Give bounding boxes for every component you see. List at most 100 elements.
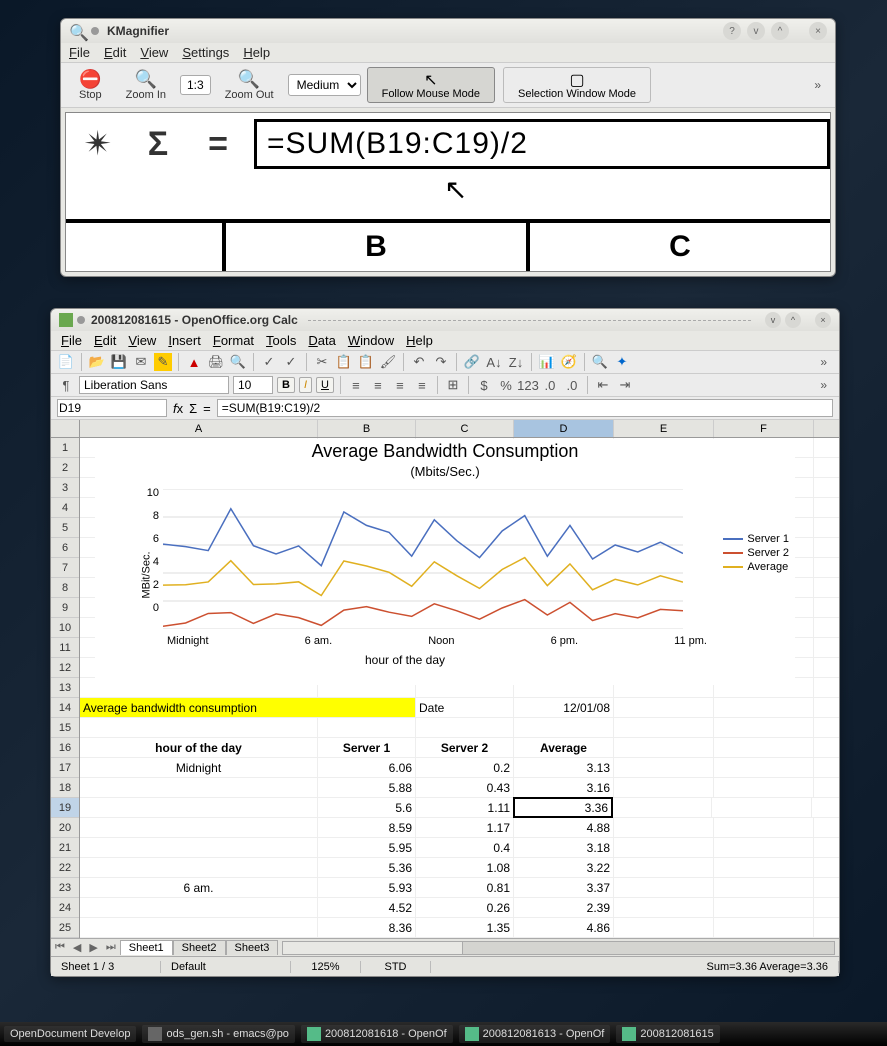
row-header[interactable]: 16 <box>51 738 79 758</box>
indent-inc-icon[interactable]: ⇥ <box>616 376 634 394</box>
cell[interactable] <box>714 858 814 877</box>
row-header[interactable]: 5 <box>51 518 79 538</box>
cell-reference-input[interactable] <box>57 399 167 417</box>
cell[interactable]: 0.81 <box>416 878 514 897</box>
cell[interactable] <box>416 718 514 737</box>
cell[interactable] <box>614 918 714 937</box>
cell[interactable]: 4.52 <box>318 898 416 917</box>
cell[interactable]: 3.18 <box>514 838 614 857</box>
row-header[interactable]: 22 <box>51 858 79 878</box>
menu-view[interactable]: View <box>140 45 168 60</box>
status-mode[interactable]: STD <box>361 961 431 973</box>
column-header[interactable]: B <box>318 420 416 437</box>
taskbar-item[interactable]: 200812081615 <box>616 1025 719 1043</box>
paintbrush-icon[interactable]: 🖌 <box>379 353 397 371</box>
copy-icon[interactable]: 📋 <box>335 353 353 371</box>
tab-nav-last[interactable]: ⏭ <box>102 941 120 954</box>
sheet-tab-3[interactable]: Sheet3 <box>226 940 279 955</box>
menu-format[interactable]: Format <box>213 333 254 348</box>
edit-icon[interactable]: ✎ <box>154 353 172 371</box>
styles-icon[interactable]: ¶ <box>57 376 75 394</box>
cell[interactable] <box>712 798 812 817</box>
cell[interactable] <box>612 798 712 817</box>
select-all-corner[interactable] <box>51 420 79 438</box>
cell[interactable] <box>714 838 814 857</box>
cell[interactable] <box>80 838 318 857</box>
close-button[interactable]: × <box>809 22 827 40</box>
grid-body[interactable]: Average Bandwidth Consumption (Mbits/Sec… <box>80 438 839 938</box>
cell[interactable]: 0.2 <box>416 758 514 777</box>
cell[interactable]: 1.11 <box>416 798 514 817</box>
help-icon[interactable]: ✦ <box>613 353 631 371</box>
align-justify-icon[interactable]: ≡ <box>413 376 431 394</box>
menu-tools[interactable]: Tools <box>266 333 296 348</box>
cell[interactable] <box>614 758 714 777</box>
cell[interactable]: 12/01/08 <box>514 698 614 717</box>
cell[interactable]: Server 1 <box>318 738 416 757</box>
email-icon[interactable]: ✉ <box>132 353 150 371</box>
row-header[interactable]: 4 <box>51 498 79 518</box>
taskbar-item[interactable]: 200812081618 - OpenOf <box>301 1025 453 1043</box>
tab-nav-prev[interactable]: ◀ <box>69 941 85 954</box>
row-header[interactable]: 10 <box>51 618 79 638</box>
row-header[interactable]: 1 <box>51 438 79 458</box>
row-header[interactable]: 12 <box>51 658 79 678</box>
menu-edit[interactable]: Edit <box>104 45 126 60</box>
column-header[interactable]: A <box>80 420 318 437</box>
menu-edit[interactable]: Edit <box>94 333 116 348</box>
formula-input[interactable] <box>217 399 833 417</box>
spellcheck-icon[interactable]: ✓ <box>260 353 278 371</box>
row-header[interactable]: 9 <box>51 598 79 618</box>
help-button[interactable]: ? <box>723 22 741 40</box>
cell[interactable]: 0.43 <box>416 778 514 797</box>
new-icon[interactable]: 📄 <box>57 353 75 371</box>
autospell-icon[interactable]: ✓ <box>282 353 300 371</box>
cell[interactable] <box>80 718 318 737</box>
cell[interactable] <box>614 818 714 837</box>
tab-nav-next[interactable]: ▶ <box>85 941 101 954</box>
pdf-icon[interactable]: ▲ <box>185 353 203 371</box>
toolbar-overflow-icon[interactable]: » <box>820 378 833 392</box>
row-header[interactable]: 23 <box>51 878 79 898</box>
align-right-icon[interactable]: ≡ <box>391 376 409 394</box>
cell[interactable]: 2.39 <box>514 898 614 917</box>
cell[interactable]: 3.16 <box>514 778 614 797</box>
menu-help[interactable]: Help <box>406 333 433 348</box>
menu-file[interactable]: File <box>61 333 82 348</box>
cell[interactable] <box>714 778 814 797</box>
row-header[interactable]: 2 <box>51 458 79 478</box>
cell[interactable] <box>80 858 318 877</box>
minimize-button[interactable]: v <box>747 22 765 40</box>
toolbar-overflow-icon[interactable]: » <box>820 355 833 369</box>
merge-icon[interactable]: ⊞ <box>444 376 462 394</box>
row-header[interactable]: 18 <box>51 778 79 798</box>
sheet-tab-2[interactable]: Sheet2 <box>173 940 226 955</box>
status-summary[interactable]: Sum=3.36 Average=3.36 <box>481 961 839 973</box>
cell[interactable]: Average bandwidth consumption <box>80 698 416 717</box>
cell[interactable] <box>614 878 714 897</box>
cell[interactable]: 5.93 <box>318 878 416 897</box>
cell[interactable] <box>514 718 614 737</box>
cell[interactable]: 0.26 <box>416 898 514 917</box>
number-icon[interactable]: 123 <box>519 376 537 394</box>
menu-file[interactable]: File <box>69 45 90 60</box>
row-header[interactable]: 3 <box>51 478 79 498</box>
cell[interactable] <box>80 918 318 937</box>
cell[interactable] <box>614 738 714 757</box>
cell[interactable]: hour of the day <box>80 738 318 757</box>
row-header[interactable]: 15 <box>51 718 79 738</box>
cell[interactable]: Midnight <box>80 758 318 777</box>
row-header[interactable]: 11 <box>51 638 79 658</box>
menu-settings[interactable]: Settings <box>182 45 229 60</box>
row-header[interactable]: 19 <box>51 798 79 818</box>
row-header[interactable]: 24 <box>51 898 79 918</box>
cell[interactable] <box>614 838 714 857</box>
cell[interactable]: 6 am. <box>80 878 318 897</box>
taskbar-item[interactable]: ods_gen.sh - emacs@po <box>142 1025 294 1043</box>
cell[interactable]: Average <box>514 738 614 757</box>
cell[interactable] <box>80 898 318 917</box>
window-menu-icon[interactable] <box>91 27 99 35</box>
cell[interactable] <box>614 718 714 737</box>
align-center-icon[interactable]: ≡ <box>369 376 387 394</box>
kmagnifier-titlebar[interactable]: 🔍 KMagnifier ? v ^ × <box>61 19 835 43</box>
